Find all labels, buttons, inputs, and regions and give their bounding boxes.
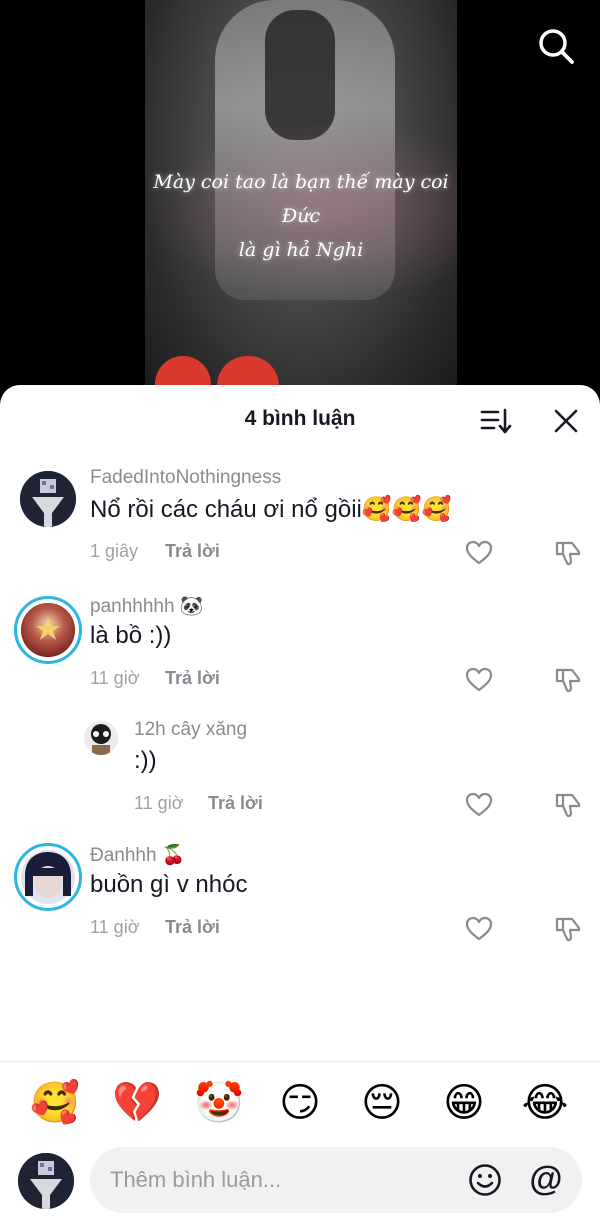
my-avatar[interactable] — [18, 1153, 74, 1209]
emoji-joy[interactable]: 😂 — [517, 1075, 573, 1131]
dislike-icon — [555, 668, 581, 693]
avatar[interactable] — [14, 843, 82, 911]
comment-username[interactable]: Đanhhh 🍒 — [90, 843, 186, 867]
comment-item: Đanhhh 🍒 buồn gì v nhóc 11 giờ Trả lời — [0, 839, 600, 949]
emoji-clown[interactable]: 🤡 — [191, 1075, 247, 1131]
comment-time: 11 giờ — [134, 793, 184, 813]
avatar-image — [18, 1153, 74, 1209]
comment-username[interactable]: 12h cây xăng — [134, 719, 247, 741]
heart-icon — [465, 916, 493, 941]
emoji-grin[interactable]: 😁 — [436, 1075, 492, 1131]
like-button[interactable] — [465, 539, 493, 567]
comment-item: panhhhhh 🐼 là bồ :)) 11 giờ Trả lời — [0, 590, 600, 700]
video-caption-line2: là gì hả Nghi — [238, 239, 364, 261]
avatar[interactable] — [84, 721, 118, 755]
quick-emoji-bar: 🥰 💔 🤡 😏 😔 😁 😂 — [0, 1075, 600, 1131]
reply-item: 12h cây xăng :)) 11 giờ Trả lời — [0, 715, 600, 825]
like-button[interactable] — [465, 915, 493, 943]
dislike-icon — [555, 917, 581, 942]
reply-button[interactable]: Trả lời — [165, 541, 220, 562]
heart-icon — [465, 667, 493, 692]
comment-time: 1 giây — [90, 541, 139, 561]
emoji-picker-button[interactable] — [468, 1163, 502, 1197]
dislike-button[interactable] — [554, 539, 582, 567]
like-button[interactable] — [465, 666, 493, 694]
comment-text: :)) — [134, 747, 157, 774]
emoji-broken-heart[interactable]: 💔 — [109, 1075, 165, 1131]
avatar-image — [84, 721, 118, 755]
emoji-face-icon — [469, 1164, 501, 1196]
comments-sheet: 4 bình luận FadedIntoNothingness Nổ rồi … — [0, 385, 600, 1227]
video-player[interactable]: Mày coi tao là bạn thế mày coi Đức là gì… — [0, 0, 600, 400]
dislike-button[interactable] — [554, 915, 582, 943]
comment-text: Nổ rồi các cháu ơi nổ gồii🥰🥰🥰 — [90, 496, 452, 523]
video-caption-line1: Mày coi tao là bạn thế mày coi Đức — [153, 171, 449, 227]
dislike-icon — [555, 793, 581, 818]
mention-icon: @ — [529, 1160, 563, 1198]
sheet-header: 4 bình luận — [0, 385, 600, 455]
sort-button[interactable] — [480, 407, 512, 435]
search-icon — [539, 29, 574, 64]
reply-button[interactable]: Trả lời — [208, 793, 263, 814]
comment-input-container: @ — [90, 1147, 582, 1213]
avatar[interactable] — [20, 471, 76, 527]
emoji-smiling-hearts[interactable]: 🥰 — [27, 1075, 83, 1131]
avatar[interactable] — [14, 596, 82, 664]
video-frame: Mày coi tao là bạn thế mày coi Đức là gì… — [145, 0, 457, 400]
heart-icon — [465, 792, 493, 817]
comment-time: 11 giờ — [90, 668, 140, 688]
comment-item: FadedIntoNothingness Nổ rồi các cháu ơi … — [0, 463, 600, 573]
emoji-smirk[interactable]: 😏 — [272, 1075, 328, 1131]
avatar-image — [21, 603, 75, 657]
dislike-icon — [555, 541, 581, 566]
heart-icon — [465, 540, 493, 565]
dislike-button[interactable] — [554, 791, 582, 819]
avatar-image — [21, 850, 75, 904]
comment-username[interactable]: FadedIntoNothingness — [90, 467, 281, 489]
like-button[interactable] — [465, 791, 493, 819]
comment-input[interactable] — [110, 1147, 460, 1213]
avatar-image — [20, 471, 76, 527]
divider — [0, 1061, 600, 1062]
search-button[interactable] — [536, 26, 576, 66]
mention-button[interactable]: @ — [526, 1159, 566, 1199]
comment-username[interactable]: panhhhhh 🐼 — [90, 594, 203, 618]
video-caption: Mày coi tao là bạn thế mày coi Đức là gì… — [145, 165, 457, 267]
comment-text: buồn gì v nhóc — [90, 871, 248, 898]
close-button[interactable] — [552, 407, 580, 435]
comment-composer: @ — [0, 1143, 600, 1219]
close-icon — [554, 409, 578, 433]
comment-time: 11 giờ — [90, 917, 140, 937]
reply-button[interactable]: Trả lời — [165, 668, 220, 689]
reply-button[interactable]: Trả lời — [165, 917, 220, 938]
comment-text: là bồ :)) — [90, 622, 172, 649]
sort-icon — [480, 408, 512, 434]
dislike-button[interactable] — [554, 666, 582, 694]
emoji-pensive[interactable]: 😔 — [354, 1075, 410, 1131]
